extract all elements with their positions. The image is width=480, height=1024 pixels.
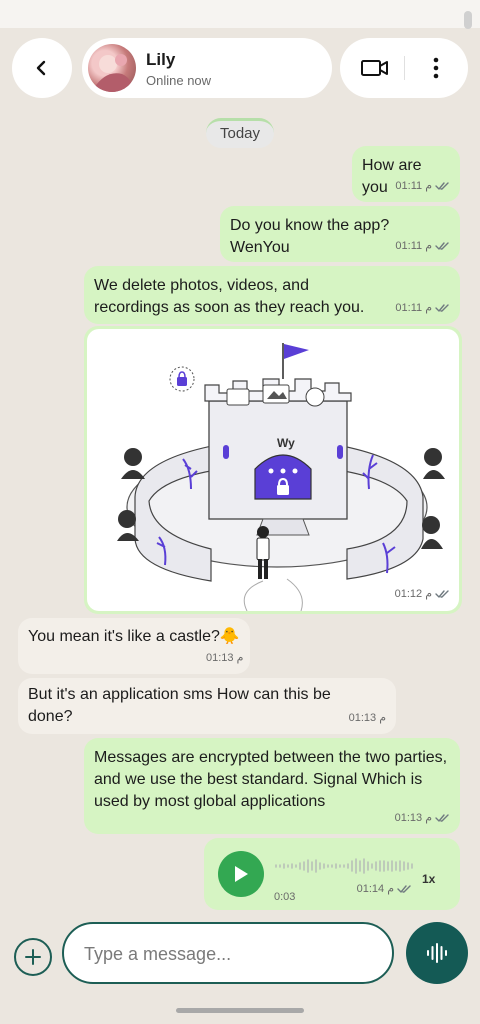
message-time: 01:11 م: [395, 180, 432, 192]
message-meta: 01:13 م: [349, 707, 386, 729]
divider: [404, 56, 405, 80]
double-check-icon: [435, 182, 449, 190]
date-separator: Today: [206, 118, 274, 148]
status-indicator: [464, 11, 472, 29]
message-meta: 01:11 م: [395, 175, 450, 197]
header-actions: [340, 38, 468, 98]
message-text: But it's an application sms How can this…: [28, 686, 331, 725]
avatar[interactable]: [88, 44, 136, 92]
message-input-wrapper: [62, 922, 394, 984]
svg-text:Wy: Wy: [277, 436, 295, 450]
message-bubble[interactable]: But it's an application sms How can this…: [18, 678, 396, 734]
video-camera-icon: [361, 60, 388, 76]
message-meta: 01:11 م: [395, 235, 450, 257]
contact-info[interactable]: Lily Online now: [82, 38, 332, 98]
more-vertical-icon: [433, 57, 439, 79]
play-icon: [235, 866, 248, 882]
message-bubble[interactable]: Do you know the app? WenYou 01:11 م: [220, 206, 460, 262]
back-button[interactable]: [12, 38, 72, 98]
voice-record-button[interactable]: [406, 922, 468, 984]
double-check-icon: [435, 242, 449, 250]
home-indicator: [176, 1008, 304, 1013]
image-message[interactable]: Wy 01:12 م: [84, 326, 462, 614]
play-button[interactable]: [218, 851, 264, 897]
message-time: 01:14 م: [356, 883, 394, 895]
double-check-icon: [435, 814, 449, 822]
message-time: 01:13 م: [394, 812, 432, 824]
message-bubble[interactable]: You mean it's like a castle?🐥 01:13 م: [18, 618, 250, 674]
message-time: 01:13 م: [206, 652, 244, 664]
message-meta: 01:11 م: [395, 297, 450, 319]
video-call-button[interactable]: [350, 48, 400, 88]
more-options-button[interactable]: [416, 48, 456, 88]
message-time: 01:11 م: [395, 240, 432, 252]
add-attachment-button[interactable]: [14, 938, 52, 976]
message-composer: [0, 922, 480, 986]
castle-illustration-icon: Wy: [117, 343, 445, 611]
chevron-left-icon: [36, 60, 46, 76]
message-input[interactable]: [82, 938, 376, 970]
message-text: We delete photos, videos, and recordings…: [94, 277, 365, 316]
double-check-icon: [397, 885, 411, 893]
voice-message[interactable]: 0:03 1x 01:14 م: [204, 838, 460, 910]
message-text: You mean it's like a castle?🐥: [28, 628, 240, 645]
plus-icon: [25, 949, 41, 965]
message-time: 01:11 م: [395, 302, 432, 314]
message-bubble[interactable]: We delete photos, videos, and recordings…: [84, 266, 460, 324]
message-bubble[interactable]: How are you 01:11 م: [352, 146, 460, 202]
contact-name: Lily: [146, 50, 176, 69]
message-meta: 01:14 م: [357, 878, 412, 900]
message-time: 01:12 م: [394, 588, 432, 600]
voice-wave-icon: [427, 943, 447, 963]
message-meta: 01:13 م: [395, 807, 450, 829]
contact-status: Online now: [146, 73, 212, 88]
message-time: 01:13 م: [348, 712, 386, 724]
message-meta: 01:13 م: [206, 647, 243, 669]
voice-waveform[interactable]: [274, 856, 414, 876]
chat-header: Lily Online now: [0, 36, 480, 100]
double-check-icon: [435, 590, 449, 598]
message-meta: 01:12 م: [395, 583, 450, 605]
message-text: Messages are encrypted between the two p…: [94, 749, 448, 810]
status-bar: [0, 0, 480, 29]
playback-speed-button[interactable]: 1x: [422, 868, 435, 890]
message-bubble[interactable]: Messages are encrypted between the two p…: [84, 738, 460, 834]
castle-image[interactable]: Wy: [87, 329, 459, 611]
voice-duration: 0:03: [274, 891, 296, 903]
double-check-icon: [435, 304, 449, 312]
